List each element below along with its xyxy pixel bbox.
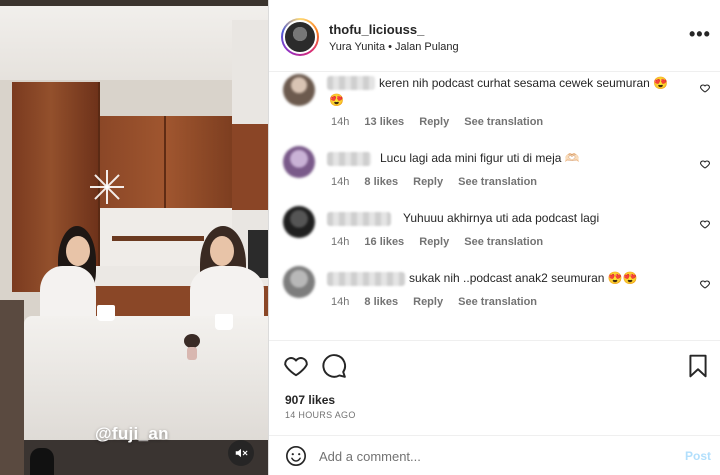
comment-time: 14h [331, 296, 350, 308]
comment-time: 14h [331, 236, 350, 248]
see-translation-button[interactable]: See translation [464, 116, 543, 128]
video-scene-ceiling [0, 0, 268, 80]
comments-list[interactable]: keren nih podcast curhat sesama cewek se… [269, 72, 720, 340]
comment-text-continued: 😍 [329, 93, 344, 107]
post-video[interactable]: @fuji_an [0, 0, 268, 475]
comment-text: keren nih podcast curhat sesama cewek se… [379, 76, 669, 90]
author-avatar[interactable] [281, 18, 319, 56]
video-person-left-face [66, 236, 90, 266]
video-person-right-face [210, 236, 234, 266]
video-overlay-handle: @fuji_an [95, 424, 169, 443]
comment-like-heart-icon[interactable] [699, 218, 711, 230]
commenter-avatar[interactable] [283, 206, 315, 238]
comment-meta: 14h 8 likes Reply See translation [331, 176, 549, 188]
more-options-icon[interactable]: ••• [689, 24, 711, 45]
post-audio-info[interactable]: Yura Yunita • Jalan Pulang [329, 41, 459, 53]
comment-likes[interactable]: 13 likes [364, 116, 404, 128]
video-scene-mug [97, 305, 115, 321]
video-scene-floor [0, 300, 24, 475]
comment-like-heart-icon[interactable] [699, 158, 711, 170]
video-scene-shelf [112, 236, 204, 241]
heart-icon[interactable] [283, 353, 309, 379]
author-username[interactable]: thofu_liciouss_ [329, 22, 424, 37]
video-scene-top [0, 0, 268, 6]
see-translation-button[interactable]: See translation [458, 296, 537, 308]
comment-likes[interactable]: 8 likes [364, 176, 398, 188]
comment-time: 14h [331, 116, 350, 128]
comment-time: 14h [331, 176, 350, 188]
emoji-icon[interactable] [285, 445, 307, 467]
comment-like-heart-icon[interactable] [699, 278, 711, 290]
commenter-avatar[interactable] [283, 146, 315, 178]
likes-count[interactable]: 907 likes [285, 393, 335, 407]
comment-text: sukak nih ..podcast anak2 seumuran 😍😍 [409, 271, 638, 285]
commenter-username[interactable] [327, 76, 375, 90]
video-scene-cabinet [232, 124, 268, 210]
comment-meta: 14h 8 likes Reply See translation [331, 296, 549, 308]
instagram-post-modal: @fuji_an thofu_liciouss_ Yura Yunita • J… [0, 0, 720, 475]
comment-likes[interactable]: 16 likes [364, 236, 404, 248]
video-scene-figurine [183, 334, 201, 360]
commenter-avatar[interactable] [283, 266, 315, 298]
comment-meta: 14h 16 likes Reply See translation [331, 236, 555, 248]
video-scene-mug [215, 314, 233, 330]
post-details-panel: thofu_liciouss_ Yura Yunita • Jalan Pula… [268, 0, 720, 475]
comment-icon[interactable] [321, 353, 347, 379]
mute-button[interactable] [228, 440, 254, 466]
commenter-avatar[interactable] [283, 74, 315, 106]
comment-like-heart-icon[interactable] [699, 82, 711, 94]
post-actions: 907 likes 14 HOURS AGO [269, 340, 720, 435]
comment-meta: 14h 13 likes Reply See translation [331, 116, 555, 128]
reply-button[interactable]: Reply [419, 116, 449, 128]
reply-button[interactable]: Reply [413, 176, 443, 188]
commenter-username[interactable] [327, 152, 371, 166]
comment-likes[interactable]: 8 likes [364, 296, 398, 308]
video-scene-light [90, 170, 124, 204]
comment-text: Yuhuuu akhirnya uti ada podcast lagi [403, 211, 600, 225]
video-scene-dark-object [30, 448, 54, 475]
post-comment-button[interactable]: Post [685, 449, 711, 463]
see-translation-button[interactable]: See translation [464, 236, 543, 248]
post-header: thofu_liciouss_ Yura Yunita • Jalan Pula… [269, 0, 720, 72]
commenter-username[interactable] [327, 212, 391, 226]
posted-time: 14 HOURS AGO [285, 410, 356, 420]
commenter-username[interactable] [327, 272, 405, 286]
reply-button[interactable]: Reply [419, 236, 449, 248]
see-translation-button[interactable]: See translation [458, 176, 537, 188]
comment-text: Lucu lagi ada mini figur uti di meja 🫶🏻 [380, 151, 580, 165]
bookmark-icon[interactable] [685, 353, 711, 379]
comment-input[interactable] [319, 446, 659, 466]
reply-button[interactable]: Reply [413, 296, 443, 308]
add-comment-bar: Post [269, 435, 720, 475]
speaker-muted-icon [235, 448, 248, 458]
